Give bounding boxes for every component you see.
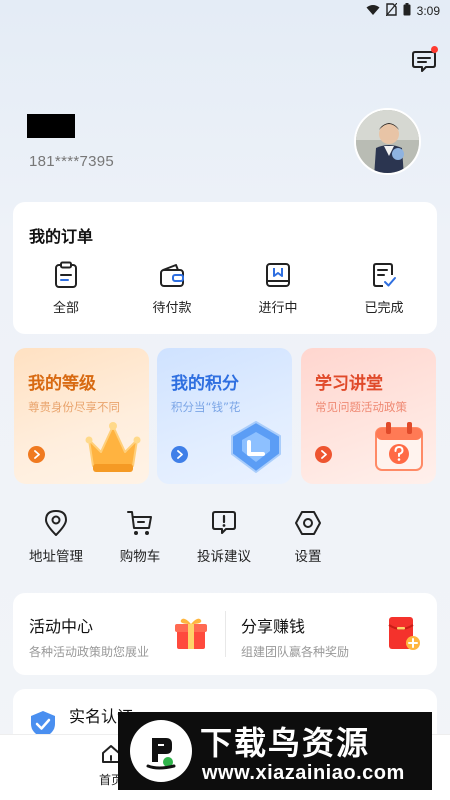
- calendar-question-icon: [370, 418, 430, 480]
- order-pending-label: 待付款: [152, 301, 192, 316]
- study-hall-card[interactable]: 学习讲堂 常见问题活动政策: [301, 348, 436, 484]
- activity-center-title: 活动中心: [29, 617, 94, 636]
- crown-icon: [83, 418, 143, 480]
- clipboard-icon: [31, 261, 101, 289]
- share-earn-title: 分享赚钱: [241, 617, 306, 636]
- my-level-card[interactable]: 我的等级 尊贵身份尽享不同: [14, 348, 149, 484]
- no-sim-icon: [385, 2, 398, 19]
- complaints-label: 投诉建议: [197, 549, 251, 565]
- my-level-arrow-icon[interactable]: [28, 446, 45, 463]
- location-pin-icon: [16, 509, 96, 537]
- watermark-url: www.xiazainiao.com: [202, 762, 405, 784]
- my-points-title: 我的积分: [171, 374, 239, 394]
- complaints-link[interactable]: 投诉建议: [184, 509, 264, 565]
- settings-label: 设置: [294, 549, 322, 565]
- settings-hexagon-icon: [268, 509, 348, 537]
- study-hall-subtitle: 常见问题活动政策: [315, 400, 407, 414]
- my-points-subtitle: 积分当“钱”花: [171, 400, 241, 414]
- shopping-cart-link[interactable]: 购物车: [100, 509, 180, 565]
- activity-divider: [225, 611, 226, 657]
- status-time: 3:09: [416, 4, 440, 18]
- wallet-icon: [137, 261, 207, 289]
- order-pending-payment[interactable]: 待付款: [137, 261, 207, 316]
- activity-center-subtitle: 各种活动政策助您展业: [29, 645, 150, 659]
- user-phone: 181****7395: [29, 153, 115, 170]
- watermark-title: 下载鸟资源: [200, 724, 371, 762]
- study-hall-arrow-icon[interactable]: [315, 446, 332, 463]
- gift-box-icon: [173, 615, 209, 655]
- site-watermark: 下载鸟资源 www.xiazainiao.com: [118, 712, 432, 790]
- avatar[interactable]: [354, 108, 421, 175]
- feedback-icon: [184, 509, 264, 537]
- my-level-subtitle: 尊贵身份尽享不同: [28, 400, 120, 414]
- bookmark-box-icon: [243, 261, 313, 289]
- address-management-link[interactable]: 地址管理: [16, 509, 96, 565]
- order-all-label: 全部: [52, 301, 79, 316]
- order-all[interactable]: 全部: [31, 261, 101, 316]
- bird-logo-icon: [130, 720, 192, 782]
- order-completed[interactable]: 已完成: [349, 261, 419, 316]
- user-name: [27, 114, 75, 138]
- my-points-card[interactable]: 我的积分 积分当“钱”花: [157, 348, 292, 484]
- checked-document-icon: [349, 261, 419, 289]
- order-in-progress[interactable]: 进行中: [243, 261, 313, 316]
- share-earn-subtitle: 组建团队赢各种奖励: [241, 645, 350, 659]
- my-level-title: 我的等级: [28, 374, 96, 394]
- address-management-label: 地址管理: [29, 549, 83, 565]
- orders-title: 我的订单: [29, 227, 94, 246]
- message-button[interactable]: [411, 46, 438, 74]
- shopping-cart-icon: [100, 509, 180, 537]
- order-in-progress-label: 进行中: [258, 301, 298, 316]
- unread-dot: [431, 46, 438, 53]
- battery-icon: [403, 3, 411, 19]
- points-shield-icon: [226, 418, 286, 480]
- study-hall-title: 学习讲堂: [315, 374, 383, 394]
- activity-card: 活动中心 各种活动政策助您展业 分享赚钱 组建团队赢各种奖励: [13, 593, 437, 675]
- status-bar: 3:09: [0, 0, 450, 22]
- message-icon: [411, 51, 437, 78]
- shopping-cart-label: 购物车: [119, 549, 161, 565]
- orders-card: 我的订单 全部 待付款 进行中 已完成: [13, 202, 437, 334]
- order-completed-label: 已完成: [364, 301, 404, 316]
- settings-link[interactable]: 设置: [268, 509, 348, 565]
- wifi-icon: [366, 4, 380, 19]
- my-points-arrow-icon[interactable]: [171, 446, 188, 463]
- red-envelope-icon: [385, 615, 421, 657]
